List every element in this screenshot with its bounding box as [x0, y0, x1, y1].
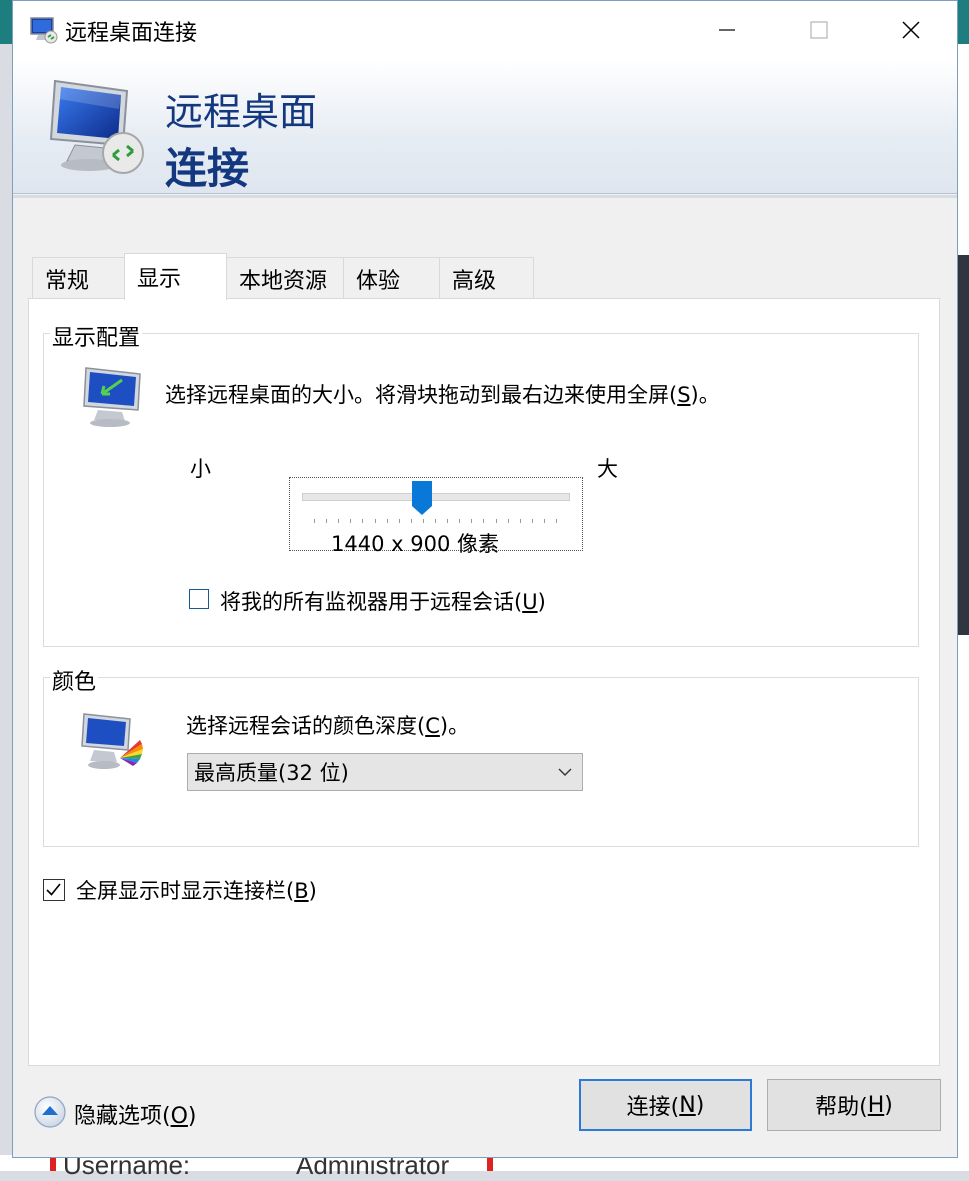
slider-tick	[422, 519, 424, 523]
all-monitors-checkbox[interactable]	[189, 589, 209, 609]
tab-local-resources[interactable]: 本地资源	[226, 257, 344, 299]
slider-tick	[459, 519, 461, 523]
required-marker	[50, 1158, 56, 1171]
close-button[interactable]	[865, 1, 957, 59]
slider-tick	[543, 519, 545, 523]
connection-bar-checkbox[interactable]	[43, 879, 65, 901]
slider-tick	[410, 519, 412, 523]
title-bar[interactable]: 远程桌面连接	[13, 1, 957, 59]
connect-button[interactable]: 连接(N)	[579, 1079, 752, 1131]
slider-tick	[374, 519, 376, 523]
color-depth-icon	[81, 713, 143, 769]
remote-desktop-icon	[30, 17, 58, 44]
remote-desktop-monitor-icon	[49, 79, 144, 174]
slider-max-label: 大	[597, 457, 618, 481]
maximize-icon	[810, 21, 828, 39]
colors-label: 颜色	[50, 664, 99, 696]
slider-tick	[531, 519, 533, 523]
required-marker	[487, 1158, 493, 1171]
banner: 远程桌面 连接	[13, 59, 957, 194]
tab-display[interactable]: 显示	[124, 253, 227, 300]
slider-tick	[556, 519, 557, 523]
connection-bar-label[interactable]: 全屏显示时显示连接栏(B)	[76, 875, 317, 905]
color-depth-select[interactable]: 最高质量(32 位)	[187, 753, 583, 791]
remote-desktop-dialog: 远程桌面连接 远程桌面 连接 常规 显示 本地资源 体验 高级 显示配置 选择远…	[12, 0, 958, 1158]
slider-tick	[350, 519, 352, 523]
color-depth-description: 选择远程会话的颜色深度(C)。	[186, 714, 470, 738]
banner-subtitle: 连接	[165, 144, 250, 193]
colors-group: 颜色 选择远程会话的颜色深度(C)。 最高质量(32 位)	[43, 664, 919, 847]
slider-min-label: 小	[190, 457, 211, 481]
slider-tick	[362, 519, 364, 523]
display-size-description: 选择远程桌面的大小。将滑块拖动到最右边来使用全屏(S)。	[165, 383, 720, 407]
slider-tick	[519, 519, 521, 523]
banner-title: 远程桌面	[165, 90, 318, 134]
resolution-text: 1440 x 900 像素	[331, 532, 499, 556]
collapse-options-icon[interactable]	[33, 1095, 67, 1129]
tab-advanced[interactable]: 高级	[439, 257, 534, 299]
tab-general[interactable]: 常规	[32, 257, 125, 299]
all-monitors-label[interactable]: 将我的所有监视器用于远程会话(U)	[220, 586, 546, 616]
display-config-group: 显示配置 选择远程桌面的大小。将滑块拖动到最右边来使用全屏(S)。 小 大 14…	[43, 320, 919, 647]
slider-tick	[447, 519, 449, 523]
slider-tick	[435, 519, 436, 523]
help-button[interactable]: 帮助(H)	[767, 1079, 941, 1131]
checkmark-icon	[46, 883, 61, 896]
slider-tick	[483, 519, 485, 523]
display-config-label: 显示配置	[50, 320, 143, 352]
display-monitor-icon	[83, 367, 141, 427]
display-tab-panel: 显示配置 选择远程桌面的大小。将滑块拖动到最右边来使用全屏(S)。 小 大 14…	[28, 298, 940, 1066]
close-icon	[902, 21, 920, 39]
slider-tick	[495, 519, 497, 523]
slider-tick	[471, 519, 473, 523]
slider-tick	[338, 519, 340, 523]
hide-options-label[interactable]: 隐藏选项(O)	[74, 1098, 197, 1130]
slider-tick	[314, 519, 315, 523]
chevron-down-icon	[558, 768, 572, 776]
window-title: 远程桌面连接	[65, 21, 198, 46]
slider-tick	[326, 519, 328, 523]
background-app-sidebar	[958, 255, 969, 635]
color-depth-value: 最高质量(32 位)	[194, 761, 349, 785]
banner-divider	[13, 195, 957, 198]
minimize-icon	[719, 29, 735, 31]
slider-thumb[interactable]	[411, 480, 433, 516]
slider-tick	[386, 519, 388, 523]
minimize-button[interactable]	[681, 1, 773, 59]
tab-experience[interactable]: 体验	[343, 257, 440, 299]
slider-tick	[398, 519, 400, 523]
slider-track[interactable]	[302, 493, 570, 501]
maximize-button[interactable]	[773, 1, 865, 59]
slider-tick	[507, 519, 509, 523]
